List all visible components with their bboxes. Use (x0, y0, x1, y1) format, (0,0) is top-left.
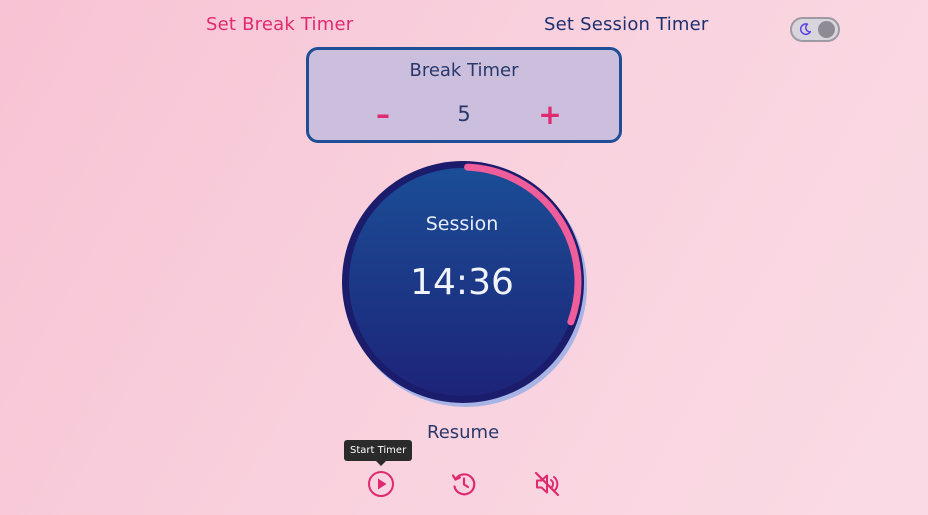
tab-set-session-timer[interactable]: Set Session Timer (544, 14, 709, 35)
start-timer-button[interactable] (366, 469, 396, 499)
history-icon (451, 473, 476, 496)
timer-mode-label: Session (425, 213, 499, 235)
volume-muted-icon (534, 471, 560, 497)
break-timer-title: Break Timer (409, 60, 519, 81)
break-timer-panel: Break Timer – 5 + (306, 47, 622, 143)
timer-status-label: Resume (427, 422, 500, 443)
reset-timer-button[interactable] (449, 469, 479, 499)
increment-break-button[interactable]: + (535, 100, 565, 130)
mute-sound-button[interactable] (532, 469, 562, 499)
dark-mode-toggle[interactable] (790, 17, 840, 42)
toggle-knob (818, 21, 835, 38)
start-timer-tooltip: Start Timer (344, 440, 413, 466)
moon-icon (799, 23, 812, 36)
break-length-value: 5 (457, 102, 471, 126)
timer-clock: Session 14:36 (341, 161, 589, 409)
play-icon (368, 471, 394, 497)
timer-display: 14:36 (410, 262, 514, 303)
tab-set-break-timer[interactable]: Set Break Timer (206, 14, 353, 35)
